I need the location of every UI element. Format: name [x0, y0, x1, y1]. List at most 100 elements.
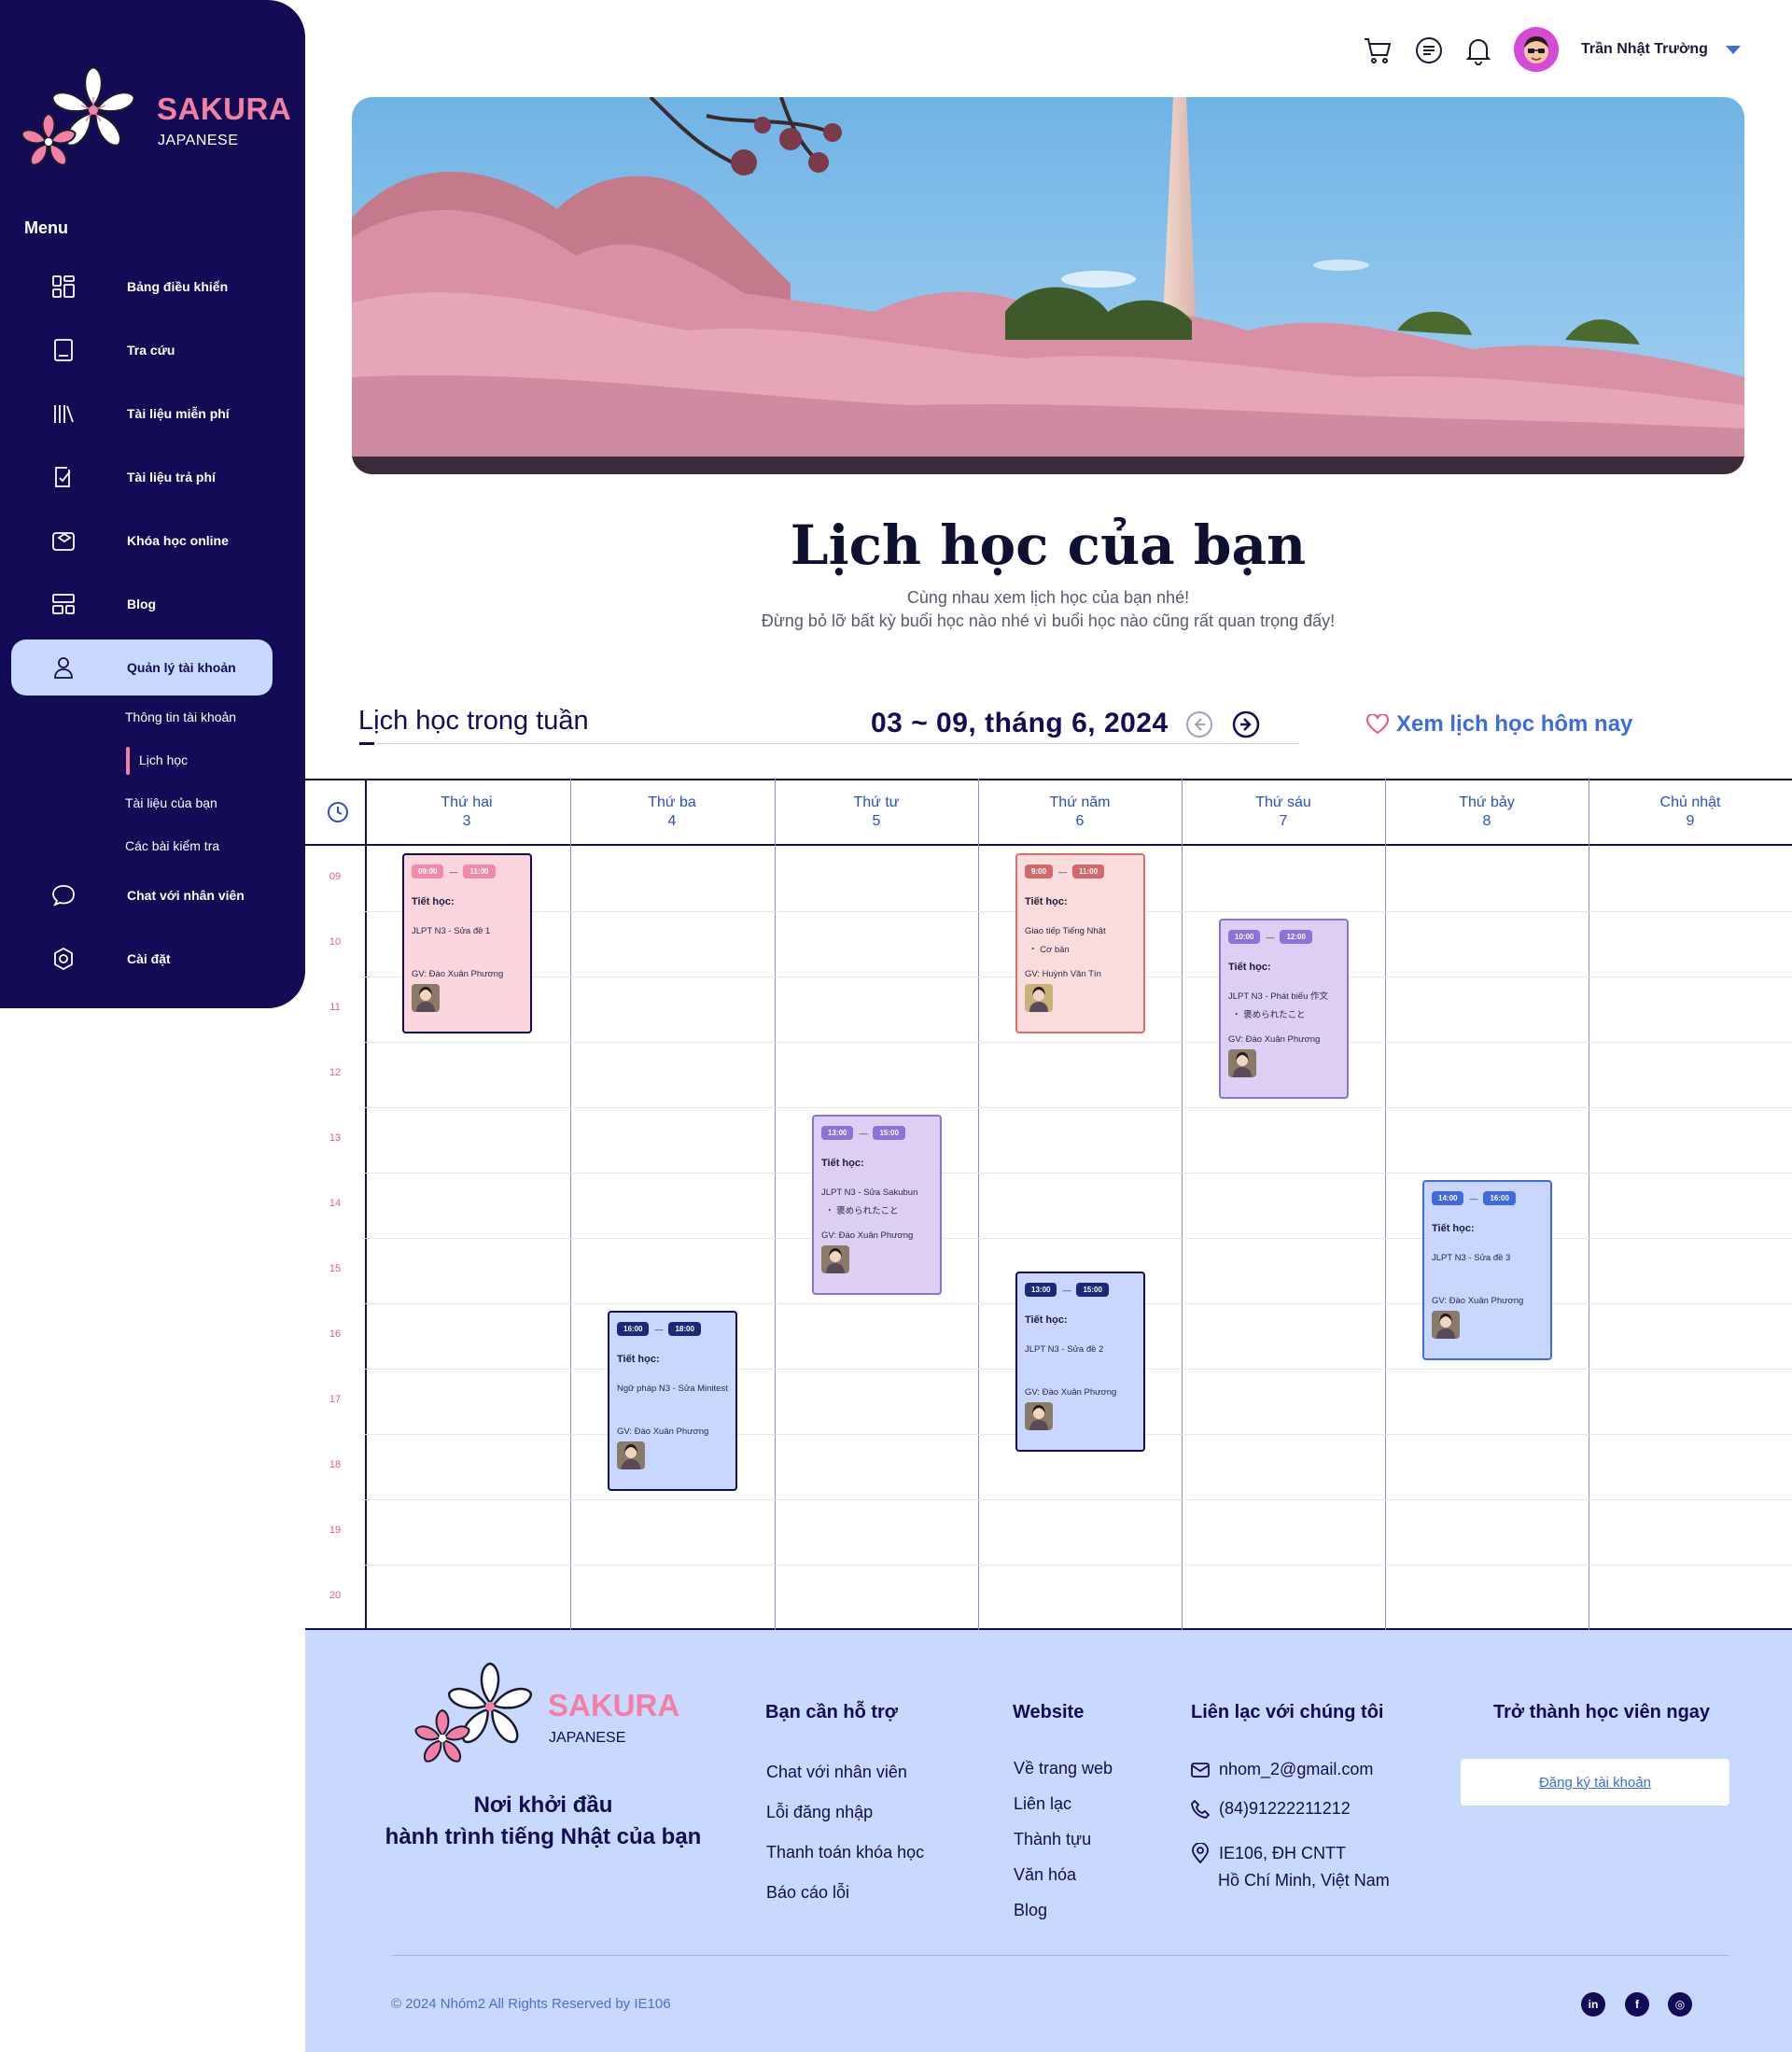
day-header[interactable]: Thứ hai 3	[365, 794, 568, 831]
sidebar-sub-tests[interactable]: Các bài kiểm tra	[125, 838, 219, 853]
footer-link-about[interactable]: Về trang web	[1014, 1759, 1113, 1778]
instagram-icon[interactable]: ◎	[1668, 1992, 1692, 2017]
hour-label: 20	[329, 1590, 342, 1601]
event-start-time: 14:00	[1432, 1191, 1464, 1205]
teacher-photo-icon	[1025, 984, 1053, 1012]
event-subject-line2: ・ Cơ bản	[1029, 945, 1070, 955]
event-subject-line1: JLPT N3 - Sửa đề 1	[412, 926, 491, 936]
view-today-link[interactable]: Xem lịch học hôm nay	[1366, 711, 1632, 738]
hour-gridline	[365, 1565, 1792, 1566]
event-label: Tiết học:	[412, 896, 455, 907]
sidebar: SAKURA JAPANESE Menu Bảng điều khiển Tra…	[0, 0, 305, 1008]
footer-link-contact[interactable]: Liên lạc	[1014, 1794, 1071, 1814]
class-event-card[interactable]: 13:00 — 15:00 Tiết học: JLPT N3 - Sửa đề 2 GV…	[1015, 1272, 1145, 1452]
day-name: Thứ sáu	[1255, 794, 1311, 810]
page-subtitle-line1: Cùng nhau xem lịch học của bạn nhé!	[906, 588, 1190, 607]
day-date: 7	[1279, 813, 1288, 829]
time-separator: —	[449, 866, 458, 877]
event-end-time: 12:00	[1280, 930, 1312, 944]
blog-icon	[52, 594, 75, 614]
class-event-card[interactable]: 16:00 — 18:00 Tiết học: Ngữ pháp N3 - Sửa Mi…	[608, 1311, 737, 1491]
event-teacher: GV: Đào Xuân Phương	[1228, 1034, 1321, 1045]
chevron-down-icon[interactable]	[1726, 46, 1741, 54]
teacher-photo-icon	[821, 1245, 849, 1273]
sidebar-item-account[interactable]: Quản lý tài khoản	[11, 639, 273, 696]
sidebar-item-settings[interactable]: Cài đặt	[11, 931, 273, 987]
settings-icon	[54, 947, 73, 971]
sidebar-sub-your-docs[interactable]: Tài liệu của bạn	[125, 795, 217, 810]
footer-sakura-flower-icon[interactable]	[411, 1660, 541, 1772]
hour-label: 13	[329, 1132, 342, 1144]
hour-gridline	[365, 1238, 1792, 1239]
register-account-button[interactable]: Đăng ký tài khoản	[1461, 1759, 1729, 1806]
next-week-icon[interactable]	[1232, 710, 1260, 738]
event-label: Tiết học:	[1432, 1223, 1475, 1234]
footer-link-culture[interactable]: Văn hóa	[1014, 1865, 1076, 1885]
sidebar-sub-account-info[interactable]: Thông tin tài khoản	[125, 710, 236, 724]
sidebar-item-free-docs[interactable]: Tài liệu miễn phí	[11, 386, 273, 442]
day-header[interactable]: Thứ bảy 8	[1385, 794, 1589, 831]
facebook-icon[interactable]: f	[1625, 1992, 1649, 2017]
sidebar-item-online-course[interactable]: Khóa học online	[11, 513, 273, 569]
prev-week-icon[interactable]	[1185, 710, 1213, 738]
day-header[interactable]: Thứ tư 5	[775, 794, 978, 831]
sidebar-item-blog[interactable]: Blog	[11, 576, 273, 632]
hero-banner-image	[352, 97, 1744, 474]
sidebar-item-chat[interactable]: Chat với nhân viên	[11, 867, 273, 923]
day-header[interactable]: Thứ năm 6	[978, 794, 1182, 831]
active-sub-indicator	[126, 747, 130, 775]
hour-gridline	[365, 1107, 1792, 1108]
teacher-photo-icon	[1432, 1311, 1460, 1339]
user-avatar[interactable]	[1514, 27, 1559, 72]
event-end-time: 16:00	[1483, 1191, 1516, 1205]
sakura-logo[interactable]: SAKURA JAPANESE	[21, 65, 291, 177]
class-event-card[interactable]: 10:00 — 12:00 Tiết học: JLPT N3 - Phát biểu …	[1219, 919, 1349, 1099]
sidebar-item-label: Blog	[127, 597, 157, 611]
footer-divider	[391, 1955, 1729, 1956]
event-teacher: GV: Đào Xuân Phương	[821, 1230, 914, 1241]
page-title: Lịch học của bạn	[790, 513, 1307, 577]
day-column-line	[570, 779, 571, 1630]
footer-address: IE106, ĐH CNTT	[1191, 1843, 1346, 1863]
class-event-card[interactable]: 14:00 — 16:00 Tiết học: JLPT N3 - Sửa đề 3 GV…	[1422, 1180, 1552, 1360]
event-time-range: 16:00 — 18:00	[617, 1322, 701, 1336]
event-subject: Ngữ pháp N3 - Sửa Minitest	[617, 1380, 735, 1398]
class-event-card[interactable]: 9:00 — 11:00 Tiết học: Giao tiếp Tiếng Nhật ・…	[1015, 853, 1145, 1033]
event-start-time: 13:00	[821, 1126, 854, 1140]
class-event-card[interactable]: 13:00 — 15:00 Tiết học: JLPT N3 - Sửa Sakubu…	[812, 1115, 942, 1295]
event-subject: Giao tiếp Tiếng Nhật ・ Cơ bản	[1025, 922, 1142, 960]
footer-link-login-error[interactable]: Lỗi đăng nhập	[766, 1803, 873, 1822]
footer-phone[interactable]: (84)91222211212	[1191, 1799, 1351, 1819]
event-subject-line1: Giao tiếp Tiếng Nhật	[1025, 926, 1106, 936]
hour-label: 12	[329, 1067, 342, 1078]
sidebar-sub-schedule[interactable]: Lịch học	[139, 752, 188, 767]
event-time-range: 14:00 — 16:00	[1432, 1191, 1516, 1205]
event-end-time: 11:00	[1072, 864, 1105, 878]
sidebar-item-dashboard[interactable]: Bảng điều khiển	[11, 259, 273, 315]
class-event-card[interactable]: 09:00 — 11:00 Tiết học: JLPT N3 - Sửa đề 1 GV…	[402, 853, 532, 1033]
cart-icon[interactable]	[1362, 35, 1393, 66]
footer-link-payment[interactable]: Thanh toán khóa học	[766, 1843, 924, 1862]
footer-link-blog[interactable]: Blog	[1014, 1901, 1047, 1920]
event-time-range: 13:00 — 15:00	[821, 1126, 905, 1140]
footer-address-line1: IE106, ĐH CNTT	[1219, 1843, 1347, 1862]
day-header[interactable]: Thứ ba 4	[570, 794, 774, 831]
book-icon	[54, 339, 73, 361]
user-name[interactable]: Trần Nhật Trường	[1581, 41, 1708, 58]
event-subject-line2: ・ 褒められたこと	[1232, 1010, 1306, 1020]
sidebar-item-lookup[interactable]: Tra cứu	[11, 322, 273, 378]
mail-icon	[1191, 1762, 1210, 1778]
sidebar-item-paid-docs[interactable]: Tài liệu trả phí	[11, 449, 273, 505]
view-today-label: Xem lịch học hôm nay	[1396, 711, 1633, 737]
footer-link-report[interactable]: Báo cáo lỗi	[766, 1883, 849, 1903]
linkedin-icon[interactable]: in	[1581, 1992, 1605, 2017]
online-course-icon	[52, 532, 75, 551]
message-icon[interactable]	[1413, 35, 1445, 66]
day-header[interactable]: Chủ nhật 9	[1589, 794, 1792, 831]
bell-icon[interactable]	[1463, 35, 1494, 66]
footer-link-chat[interactable]: Chat với nhân viên	[766, 1763, 907, 1782]
day-header[interactable]: Thứ sáu 7	[1182, 794, 1385, 831]
teacher-avatar	[821, 1245, 849, 1273]
footer-link-achievements[interactable]: Thành tựu	[1014, 1830, 1091, 1849]
footer-email[interactable]: nhom_2@gmail.com	[1191, 1760, 1373, 1779]
